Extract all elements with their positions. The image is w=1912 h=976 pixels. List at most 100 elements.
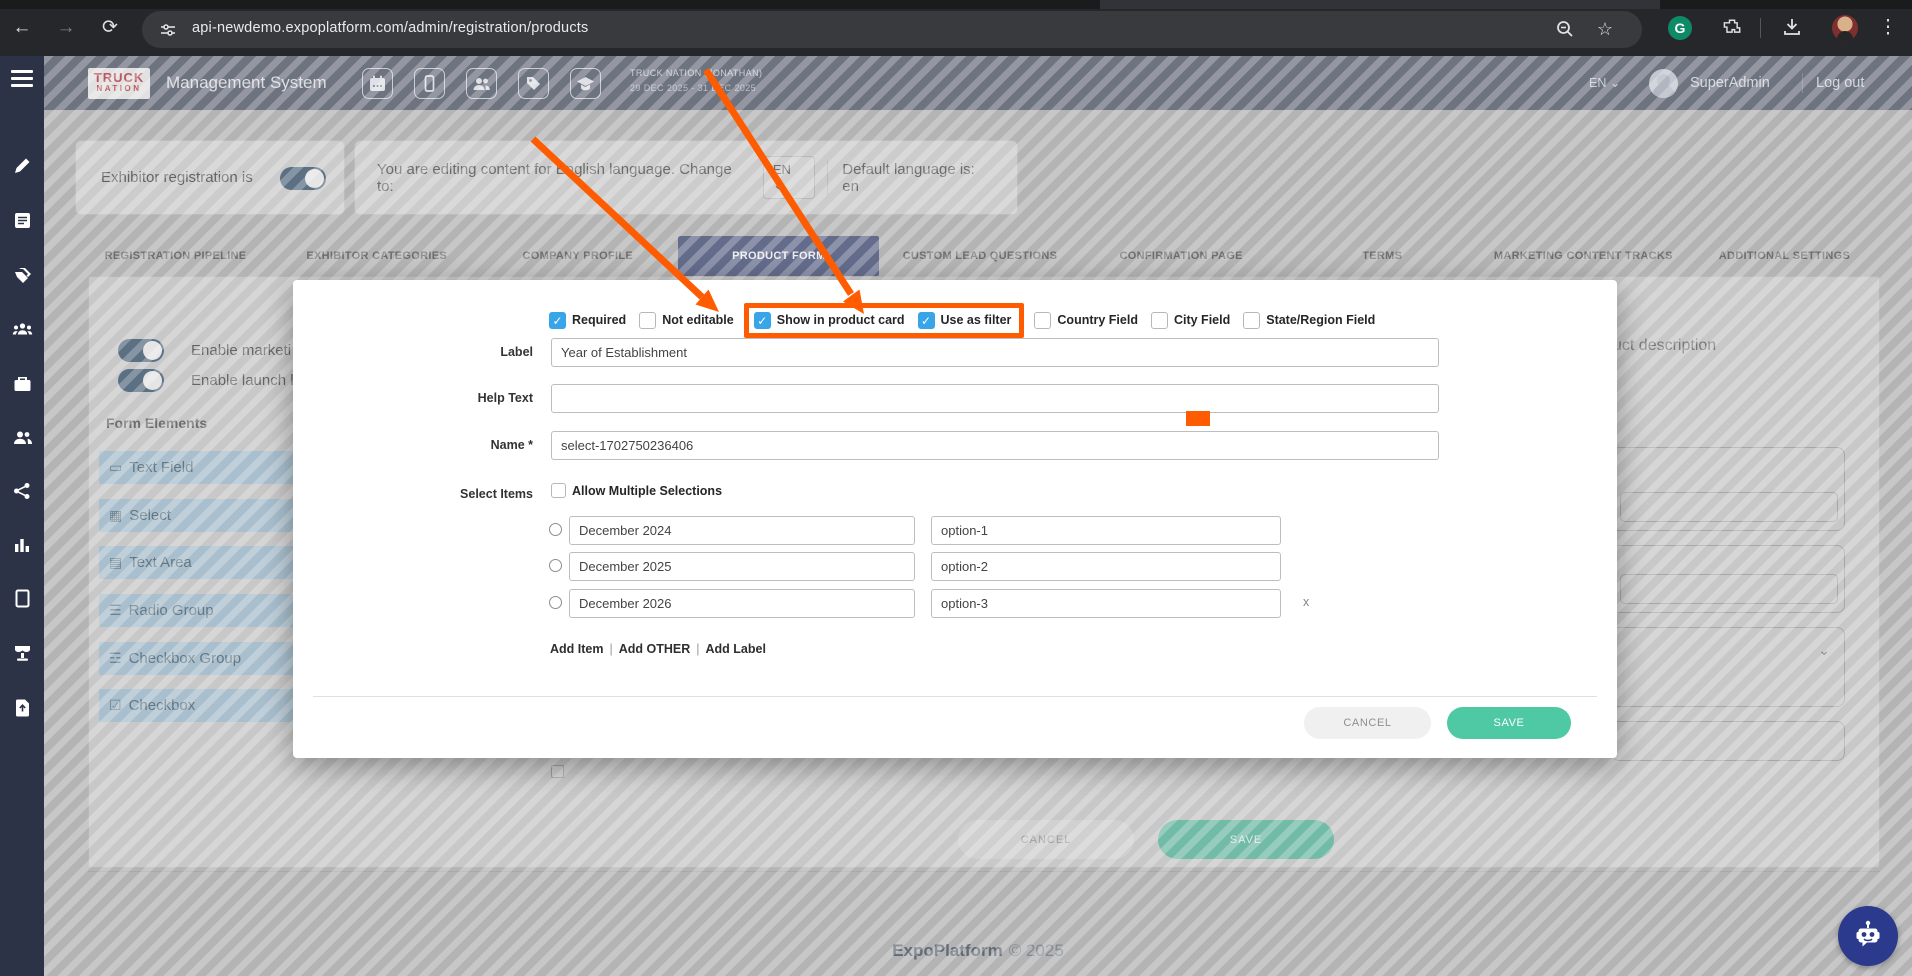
downloads-icon[interactable] (1780, 16, 1804, 40)
browser-profile-avatar[interactable] (1832, 15, 1858, 41)
not-editable-checkbox[interactable] (639, 312, 656, 329)
option-country-field[interactable]: Country Field (1034, 312, 1138, 329)
option-state-region-field[interactable]: State/Region Field (1243, 312, 1375, 329)
background-field-box (1611, 545, 1845, 613)
header-divider (1802, 73, 1803, 93)
mobile-app-icon[interactable] (14, 589, 31, 608)
calendar-icon[interactable] (362, 68, 393, 99)
zoom-icon[interactable] (1554, 18, 1576, 40)
export-document-icon[interactable] (14, 698, 31, 717)
item-radio-1[interactable] (549, 523, 562, 536)
modal-cancel-button[interactable]: CANCEL (1304, 707, 1431, 739)
item-value-input-3[interactable] (931, 589, 1281, 618)
address-bar[interactable]: api-newdemo.expoplatform.com/admin/regis… (142, 11, 1642, 48)
help-text-input[interactable] (551, 384, 1439, 413)
share-icon[interactable] (13, 482, 31, 500)
page-save-button[interactable]: SAVE (1158, 820, 1334, 859)
registration-form-icon[interactable] (13, 211, 32, 230)
add-other-link[interactable]: Add OTHER (619, 642, 691, 656)
chatbot-button[interactable] (1838, 906, 1898, 966)
tab-custom-lead-questions[interactable]: CUSTOM LEAD QUESTIONS (879, 236, 1080, 276)
item-value-input-1[interactable] (931, 516, 1281, 545)
exhibitor-registration-toggle[interactable] (280, 167, 326, 190)
menu-dots-icon[interactable]: ⋮ (1874, 14, 1902, 42)
link-separator: | (696, 642, 699, 656)
edit-icon[interactable] (13, 156, 32, 175)
tab-product-form[interactable]: PRODUCT FORM (678, 236, 879, 276)
enable-launch-toggle[interactable] (118, 369, 164, 392)
stand-icon[interactable] (13, 644, 32, 662)
truck-nation-logo[interactable]: TRUCK NATION (88, 68, 150, 99)
language-select[interactable]: EN ⌄ (763, 156, 815, 199)
team-icon[interactable] (12, 429, 33, 446)
mobile-icon[interactable] (414, 68, 445, 99)
tags-icon[interactable] (13, 266, 32, 285)
product-description-fragment: uct description (1613, 337, 1716, 355)
item-radio-2[interactable] (549, 559, 562, 572)
show-in-product-card-checkbox[interactable] (754, 312, 771, 329)
tab-terms[interactable]: TERMS (1282, 236, 1483, 276)
attendees-group-icon[interactable] (12, 321, 33, 339)
back-arrow-icon[interactable]: ← (8, 14, 36, 42)
tab-confirmation-page[interactable]: CONFIRMATION PAGE (1081, 236, 1282, 276)
attendees-icon[interactable] (466, 68, 497, 99)
app-header: TRUCK NATION Management System TRUCK NAT… (44, 56, 1912, 110)
tab-marketing-content-tracks[interactable]: MARKETING CONTENT TRACKS (1483, 236, 1684, 276)
header-language-select[interactable]: EN ⌄ (1589, 56, 1620, 110)
item-value-input-2[interactable] (931, 552, 1281, 581)
tab-exhibitor-categories[interactable]: EXHIBITOR CATEGORIES (276, 236, 477, 276)
option-use-as-filter[interactable]: Use as filter (918, 312, 1012, 329)
robot-icon (1850, 918, 1886, 954)
enable-marketing-toggle[interactable] (118, 339, 164, 362)
required-checkbox[interactable] (549, 312, 566, 329)
exhibitor-registration-label: Exhibitor registration is (101, 169, 253, 186)
name-input[interactable] (551, 431, 1439, 460)
forward-arrow-icon[interactable]: → (52, 14, 80, 42)
logout-link[interactable]: Log out (1816, 56, 1864, 110)
bookmark-star-icon[interactable]: ☆ (1594, 18, 1616, 40)
user-name[interactable]: SuperAdmin (1690, 56, 1770, 110)
item-name-input-1[interactable] (569, 516, 915, 545)
item-radio-3[interactable] (549, 596, 562, 609)
enable-launch-label: Enable launch l (191, 372, 294, 389)
country-field-checkbox[interactable] (1034, 312, 1051, 329)
modal-save-button[interactable]: SAVE (1447, 707, 1571, 739)
background-checkbox[interactable] (551, 765, 564, 778)
tag-icon[interactable] (518, 68, 549, 99)
item-name-input-2[interactable] (569, 552, 915, 581)
option-show-in-product-card[interactable]: Show in product card (754, 312, 905, 329)
option-city-field[interactable]: City Field (1151, 312, 1230, 329)
allow-multiple-checkbox[interactable] (551, 483, 566, 498)
extensions-icon[interactable] (1720, 16, 1744, 40)
footer-copyright: © 2025 (1009, 941, 1064, 960)
use-as-filter-checkbox[interactable] (918, 312, 935, 329)
user-avatar[interactable] (1649, 69, 1678, 98)
tab-registration-pipeline[interactable]: REGISTRATION PIPELINE (75, 236, 276, 276)
reload-icon[interactable]: ⟳ (96, 14, 124, 42)
tab-company-profile[interactable]: COMPANY PROFILE (477, 236, 678, 276)
tab-additional-settings[interactable]: ADDITIONAL SETTINGS (1684, 236, 1885, 276)
education-icon[interactable] (570, 68, 601, 99)
option-label: State/Region Field (1266, 313, 1375, 327)
text-field-icon: ▭ (109, 459, 122, 476)
add-label-link[interactable]: Add Label (706, 642, 766, 656)
page-cancel-button[interactable]: CANCEL (958, 820, 1134, 859)
site-settings-icon[interactable] (158, 20, 178, 45)
state-region-field-checkbox[interactable] (1243, 312, 1260, 329)
statistics-icon[interactable] (13, 536, 31, 553)
briefcase-icon[interactable] (13, 375, 32, 393)
add-item-link[interactable]: Add Item (550, 642, 603, 656)
grammarly-icon[interactable]: G (1668, 16, 1692, 40)
option-not-editable[interactable]: Not editable (639, 312, 734, 329)
option-required[interactable]: Required (549, 312, 626, 329)
remove-item-button[interactable]: x (1303, 595, 1309, 609)
item-name-input-3[interactable] (569, 589, 915, 618)
city-field-checkbox[interactable] (1151, 312, 1168, 329)
url-text[interactable]: api-newdemo.expoplatform.com/admin/regis… (192, 20, 588, 36)
chevron-down-icon: ⌄ (1818, 642, 1830, 659)
checkbox-icon: ☑ (109, 697, 122, 714)
allow-multiple-selections[interactable]: Allow Multiple Selections (551, 483, 722, 498)
label-input[interactable] (551, 338, 1439, 367)
language-notice: You are editing content for English lang… (377, 161, 751, 195)
menu-icon[interactable] (11, 70, 33, 91)
